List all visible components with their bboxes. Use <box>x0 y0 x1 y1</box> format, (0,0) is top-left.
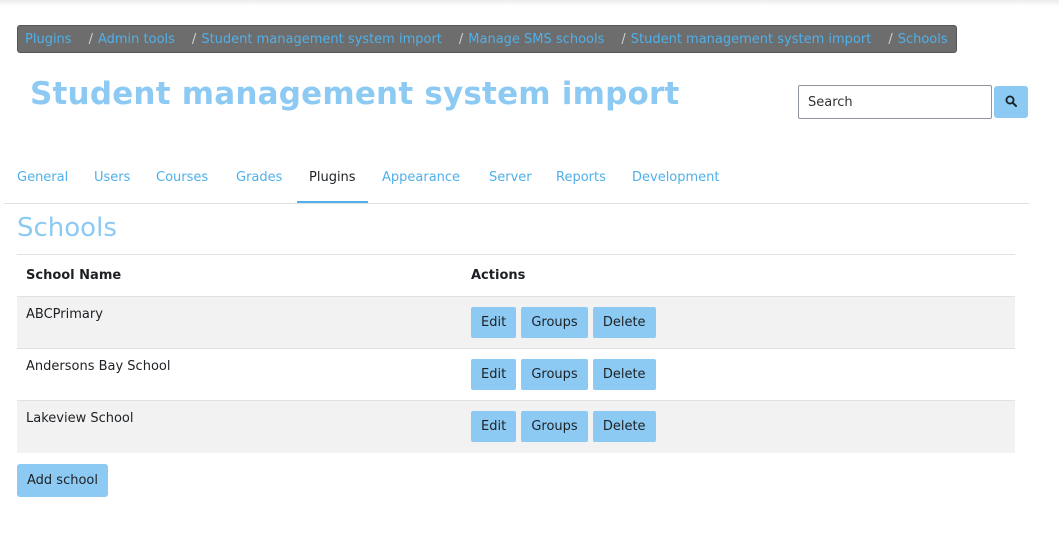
school-name-cell: ABCPrimary <box>17 296 462 349</box>
breadcrumb-item-sms-import[interactable]: / Student management system import <box>175 32 442 47</box>
tab-plugins[interactable]: Plugins <box>297 160 368 203</box>
breadcrumb-link[interactable]: Schools <box>898 32 948 47</box>
search-button[interactable] <box>994 86 1028 118</box>
table-row: Lakeview School Edit Groups Delete <box>17 400 1015 453</box>
column-header-actions: Actions <box>462 254 1015 297</box>
breadcrumb-link[interactable]: Student management system import <box>201 32 442 47</box>
search-icon <box>1005 95 1017 110</box>
search-input[interactable] <box>798 85 992 119</box>
actions-cell: Edit Groups Delete <box>462 296 1015 349</box>
breadcrumb-separator: / <box>191 31 197 47</box>
column-header-school-name: School Name <box>17 254 462 297</box>
breadcrumb-item-manage-sms-schools[interactable]: / Manage SMS schools <box>442 32 604 47</box>
tab-users[interactable]: Users <box>94 160 130 203</box>
tab-general[interactable]: General <box>17 160 68 203</box>
table-header-row: School Name Actions <box>17 254 1015 297</box>
delete-button[interactable]: Delete <box>592 411 656 442</box>
tab-grades[interactable]: Grades <box>236 160 282 203</box>
breadcrumb-item-plugins[interactable]: Plugins <box>25 32 72 47</box>
school-name-cell: Andersons Bay School <box>17 348 462 401</box>
schools-table: School Name Actions ABCPrimary Edit Grou… <box>17 254 1015 453</box>
groups-button[interactable]: Groups <box>521 359 588 390</box>
breadcrumb-link[interactable]: Plugins <box>25 32 72 47</box>
tab-development[interactable]: Development <box>632 160 720 203</box>
table-row: ABCPrimary Edit Groups Delete <box>17 296 1015 349</box>
page-title: Student management system import <box>30 76 680 112</box>
tab-courses[interactable]: Courses <box>156 160 208 203</box>
section-title: Schools <box>17 213 117 243</box>
breadcrumb-link[interactable]: Manage SMS schools <box>468 32 604 47</box>
breadcrumb-separator: / <box>458 31 464 47</box>
top-shadow <box>0 0 1059 6</box>
delete-button[interactable]: Delete <box>592 359 656 390</box>
add-school-button[interactable]: Add school <box>17 464 108 497</box>
breadcrumb-item-admin-tools[interactable]: / Admin tools <box>72 32 175 47</box>
breadcrumb-separator: / <box>88 31 93 47</box>
tab-reports[interactable]: Reports <box>556 160 606 203</box>
school-name-cell: Lakeview School <box>17 400 462 453</box>
breadcrumb-item-sms-import-2[interactable]: / Student management system import <box>604 32 871 47</box>
delete-button[interactable]: Delete <box>592 307 656 338</box>
tab-appearance[interactable]: Appearance <box>382 160 460 203</box>
breadcrumb-link[interactable]: Admin tools <box>98 32 175 47</box>
groups-button[interactable]: Groups <box>521 307 588 338</box>
table-row: Andersons Bay School Edit Groups Delete <box>17 348 1015 401</box>
actions-cell: Edit Groups Delete <box>462 348 1015 401</box>
groups-button[interactable]: Groups <box>521 411 588 442</box>
tab-server[interactable]: Server <box>489 160 532 203</box>
edit-button[interactable]: Edit <box>471 359 517 390</box>
admin-tabs: General Users Courses Grades Plugins App… <box>4 160 1029 204</box>
breadcrumb-separator: / <box>621 31 626 47</box>
breadcrumb-link[interactable]: Student management system import <box>631 32 872 47</box>
breadcrumb-separator: / <box>888 31 893 47</box>
edit-button[interactable]: Edit <box>471 307 517 338</box>
actions-cell: Edit Groups Delete <box>462 400 1015 453</box>
breadcrumb-item-schools[interactable]: / Schools <box>871 32 947 47</box>
search-form <box>798 85 1028 119</box>
breadcrumb: Plugins / Admin tools / Student manageme… <box>17 25 957 53</box>
edit-button[interactable]: Edit <box>471 411 517 442</box>
